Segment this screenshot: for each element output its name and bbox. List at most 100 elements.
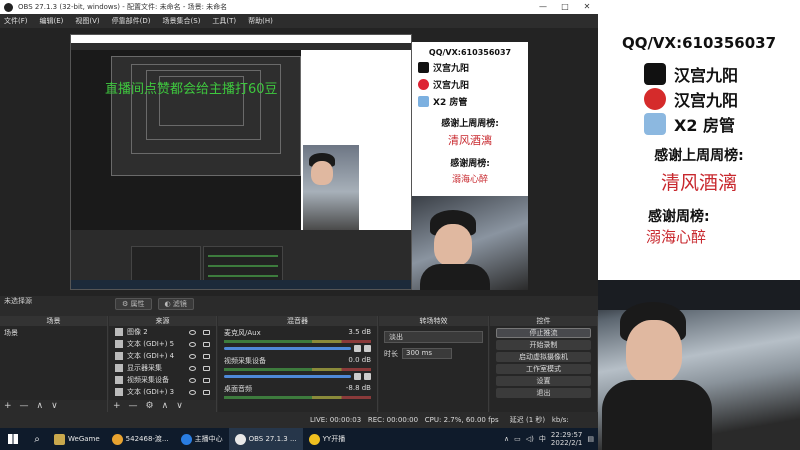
taskbar-app-browser[interactable]: 542468-渡... xyxy=(106,428,175,450)
no-source-label: 未选择源 xyxy=(4,297,32,305)
eye-icon[interactable] xyxy=(189,389,196,395)
speaker-icon[interactable] xyxy=(354,345,361,352)
delay-label: 延迟 (1 秒) xyxy=(509,416,546,424)
move-scene-down-button[interactable]: ∨ xyxy=(51,400,58,412)
filters-button[interactable]: ◐ 滤镜 xyxy=(157,298,194,310)
move-source-up-button[interactable]: ∧ xyxy=(162,400,169,412)
start-button[interactable] xyxy=(0,428,26,450)
clock[interactable]: 22:29:57 2022/2/1 xyxy=(551,431,582,447)
source-settings-button[interactable]: ⚙ xyxy=(146,400,154,412)
move-source-down-button[interactable]: ∨ xyxy=(176,400,183,412)
close-button[interactable]: ✕ xyxy=(576,0,598,14)
sources-title: 来源 xyxy=(109,316,216,326)
source-item[interactable]: 视频采集设备 xyxy=(109,374,216,386)
menu-view[interactable]: 视图(V) xyxy=(75,14,99,28)
context-bar: 未选择源 xyxy=(0,296,598,307)
stop-streaming-button[interactable]: 停止推流 xyxy=(496,328,591,338)
gear-icon[interactable] xyxy=(364,373,371,380)
lock-icon[interactable] xyxy=(203,377,210,383)
webcam-view xyxy=(598,280,800,450)
eye-icon[interactable] xyxy=(189,353,196,359)
windows-icon xyxy=(8,434,18,444)
ime-indicator[interactable]: 中 xyxy=(539,434,546,444)
source-item[interactable]: 文本 (GDI+) 5 xyxy=(109,338,216,350)
preview-row-text: X2 房管 xyxy=(433,98,468,108)
taskbar-app-yy[interactable]: YY开播 xyxy=(303,428,352,450)
screen: OBS 27.1.3 (32-bit, windows) - 配置文件: 未命名… xyxy=(0,0,800,450)
start-virtual-camera-button[interactable]: 启动虚拟摄像机 xyxy=(496,352,591,362)
title-bar: OBS 27.1.3 (32-bit, windows) - 配置文件: 未命名… xyxy=(0,0,598,14)
lock-icon[interactable] xyxy=(203,329,210,335)
scene-item[interactable]: 场景 xyxy=(0,326,107,340)
mixer-title: 混音器 xyxy=(218,316,377,326)
speaker-icon[interactable] xyxy=(354,373,361,380)
source-item[interactable]: 文本 (GDI+) 4 xyxy=(109,350,216,362)
volume-icon[interactable]: ◁) xyxy=(526,435,534,443)
taskbar-app-obs[interactable]: OBS 27.1.3 ... xyxy=(228,428,303,450)
add-source-button[interactable]: + xyxy=(113,400,121,412)
minimize-button[interactable]: — xyxy=(532,0,554,14)
properties-button[interactable]: ⚙ 属性 xyxy=(115,298,152,310)
studio-mode-button[interactable]: 工作室模式 xyxy=(496,364,591,374)
move-scene-up-button[interactable]: ∧ xyxy=(37,400,44,412)
douyin-icon xyxy=(644,63,666,85)
streamer-shirt xyxy=(602,380,712,450)
nested-meter xyxy=(208,275,278,277)
menu-edit[interactable]: 编辑(E) xyxy=(40,14,64,28)
weibo-icon xyxy=(418,79,429,90)
channel-name: 桌面音频 xyxy=(224,385,252,393)
taskbar-app-anchor-center[interactable]: 主播中心 xyxy=(175,428,229,450)
window-controls: — □ ✕ xyxy=(532,0,598,14)
menu-docks[interactable]: 停靠部件(D) xyxy=(112,14,151,28)
eye-icon[interactable] xyxy=(189,377,196,383)
row-x2: X2 房管 xyxy=(644,112,735,136)
menu-file[interactable]: 文件(F) xyxy=(4,14,28,28)
taskbar-app-wegame[interactable]: WeGame xyxy=(48,428,106,450)
start-recording-button[interactable]: 开始录制 xyxy=(496,340,591,350)
clock-time: 22:29:57 xyxy=(550,431,583,439)
duration-input[interactable]: 300 ms xyxy=(402,348,452,359)
lock-icon[interactable] xyxy=(203,341,210,347)
remove-source-button[interactable]: — xyxy=(129,400,138,412)
lock-icon[interactable] xyxy=(203,389,210,395)
volume-slider[interactable] xyxy=(224,347,351,350)
eye-icon[interactable] xyxy=(189,341,196,347)
eye-icon[interactable] xyxy=(189,365,196,371)
lock-icon[interactable] xyxy=(203,365,210,371)
obs-icon xyxy=(234,433,246,445)
network-icon[interactable]: ▭ xyxy=(514,435,521,443)
volume-slider[interactable] xyxy=(224,375,351,378)
taskbar-app-label: OBS 27.1.3 ... xyxy=(248,435,297,443)
exit-button[interactable]: 退出 xyxy=(496,388,591,398)
nested-webcam xyxy=(303,145,359,230)
obs-window: OBS 27.1.3 (32-bit, windows) - 配置文件: 未命名… xyxy=(0,0,598,428)
tray-arrow-icon[interactable]: ∧ xyxy=(504,435,509,443)
source-item[interactable]: 显示器采集 xyxy=(109,362,216,374)
settings-button[interactable]: 设置 xyxy=(496,376,591,386)
transitions-title: 转场特效 xyxy=(379,316,488,326)
anchor-center-icon xyxy=(180,433,192,445)
thanks-week-heading: 感谢周榜: xyxy=(648,209,710,225)
overlay-green-text: 直播间点赞都会给主播打60豆 xyxy=(105,82,278,97)
streamer-face xyxy=(434,224,472,266)
menu-scene-collection[interactable]: 场景集合(S) xyxy=(163,14,201,28)
lock-icon[interactable] xyxy=(203,353,210,359)
transition-select[interactable]: 淡出 xyxy=(384,331,483,343)
menu-bar: 文件(F) 编辑(E) 视图(V) 停靠部件(D) 场景集合(S) 工具(T) … xyxy=(0,14,598,28)
search-icon[interactable]: ⌕ xyxy=(26,428,48,450)
menu-tools[interactable]: 工具(T) xyxy=(212,14,236,28)
nested-taskbar xyxy=(71,280,411,289)
text-source-icon xyxy=(115,340,123,348)
gear-icon[interactable] xyxy=(364,345,371,352)
thanks-last-week-heading: 感谢上周周榜: xyxy=(654,148,744,164)
remove-scene-button[interactable]: — xyxy=(20,400,29,412)
display-capture-preview xyxy=(70,34,412,290)
maximize-button[interactable]: □ xyxy=(554,0,576,14)
eye-icon[interactable] xyxy=(189,329,196,335)
menu-help[interactable]: 帮助(H) xyxy=(248,14,273,28)
taskbar: ⌕ WeGame 542468-渡... 主播中心 OBS 27.1.3 ...… xyxy=(0,428,598,450)
source-item[interactable]: 文本 (GDI+) 3 xyxy=(109,386,216,398)
notification-icon[interactable]: ▤ xyxy=(587,435,594,443)
source-item[interactable]: 图像 2 xyxy=(109,326,216,338)
add-scene-button[interactable]: + xyxy=(4,400,12,412)
